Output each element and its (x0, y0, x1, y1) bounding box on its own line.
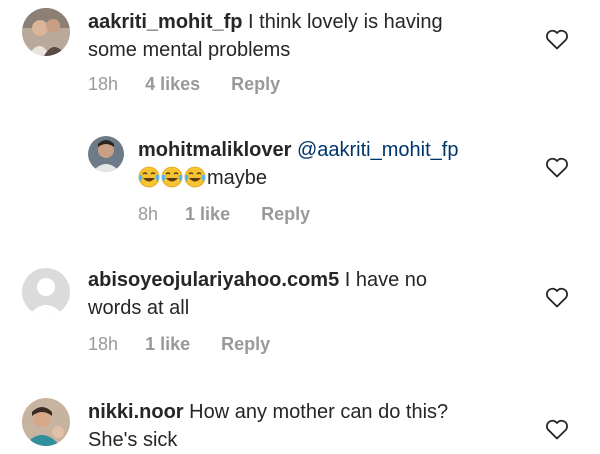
heart-outline-icon[interactable] (545, 418, 569, 440)
default-avatar-icon[interactable] (22, 268, 70, 316)
comment-likes-count[interactable]: 1 like (185, 202, 230, 226)
comment-text-line-2: words at all (88, 297, 190, 319)
comment-text-line-1: aakriti_mohit_fp I think lovely is havin… (88, 8, 548, 36)
comment-username[interactable]: nikki.noor (88, 401, 184, 423)
reply-button[interactable]: Reply (261, 202, 310, 226)
avatar[interactable] (22, 8, 70, 56)
heart-outline-icon[interactable] (545, 28, 569, 50)
avatar[interactable] (22, 398, 70, 446)
avatar[interactable] (88, 136, 124, 172)
comment-timestamp: 18h (88, 74, 119, 94)
face-with-tears-of-joy-icon (138, 166, 160, 188)
comment-text: I have no (344, 269, 428, 291)
comment-username[interactable]: mohitmaliklover (138, 139, 291, 161)
comment-username[interactable]: aakriti_mohit_fp (88, 11, 242, 33)
comment-text-line-1: mohitmaliklover @aakriti_mohit_fp (138, 136, 538, 164)
reply-button[interactable]: Reply (231, 72, 280, 96)
comment-likes-count[interactable]: 1 like (145, 332, 190, 356)
comment-timestamp: 18h (88, 334, 119, 354)
heart-outline-icon[interactable] (545, 156, 569, 178)
face-with-tears-of-joy-icon (184, 166, 206, 188)
comment-text: maybe (207, 167, 268, 189)
comment-text-line-1: nikki.noor How any mother can do this? (88, 398, 548, 426)
comment-text: I think lovely is having (248, 11, 443, 33)
comment-likes-count[interactable]: 4 likes (145, 72, 200, 96)
comment-text-line-1: abisoyeojulariyahoo.com5 I have no (88, 266, 548, 294)
comment-text-line-2: some mental problems (88, 39, 291, 61)
comment-text-line-2: maybe (138, 164, 538, 192)
comment-timestamp: 8h (138, 204, 159, 224)
comment-text: How any mother can do this? (189, 401, 449, 423)
comment-username[interactable]: abisoyeojulariyahoo.com5 (88, 269, 339, 291)
face-with-tears-of-joy-icon (161, 166, 183, 188)
mention-link[interactable]: @aakriti_mohit_fp (297, 139, 458, 161)
reply-button[interactable]: Reply (221, 332, 270, 356)
heart-outline-icon[interactable] (545, 286, 569, 308)
